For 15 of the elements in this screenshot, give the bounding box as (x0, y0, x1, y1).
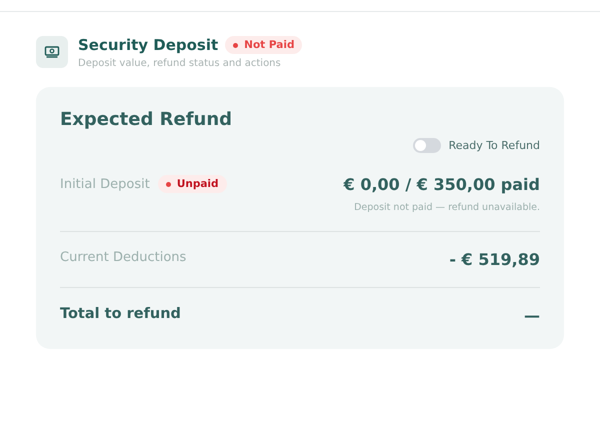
row-note: Deposit not paid — refund unavailable. (354, 202, 540, 213)
row-value: - € 519,89 (449, 250, 540, 269)
banknote-icon (36, 36, 68, 68)
row-label: Total to refund (60, 306, 181, 322)
row-label: Initial Deposit (60, 176, 150, 192)
section-title: Security Deposit (78, 36, 218, 54)
status-badge: Unpaid (158, 175, 227, 193)
row-value: € 0,00 / € 350,00 paid (344, 175, 540, 194)
row-label: Current Deductions (60, 250, 186, 265)
toggle-label: Ready To Refund (448, 139, 540, 152)
card-title: Expected Refund (60, 109, 234, 130)
status-badge: Not Paid (225, 36, 302, 54)
row-value: — (524, 306, 540, 325)
section-subtitle: Deposit value, refund status and actions (78, 58, 282, 69)
toggle-switch[interactable] (412, 138, 441, 153)
